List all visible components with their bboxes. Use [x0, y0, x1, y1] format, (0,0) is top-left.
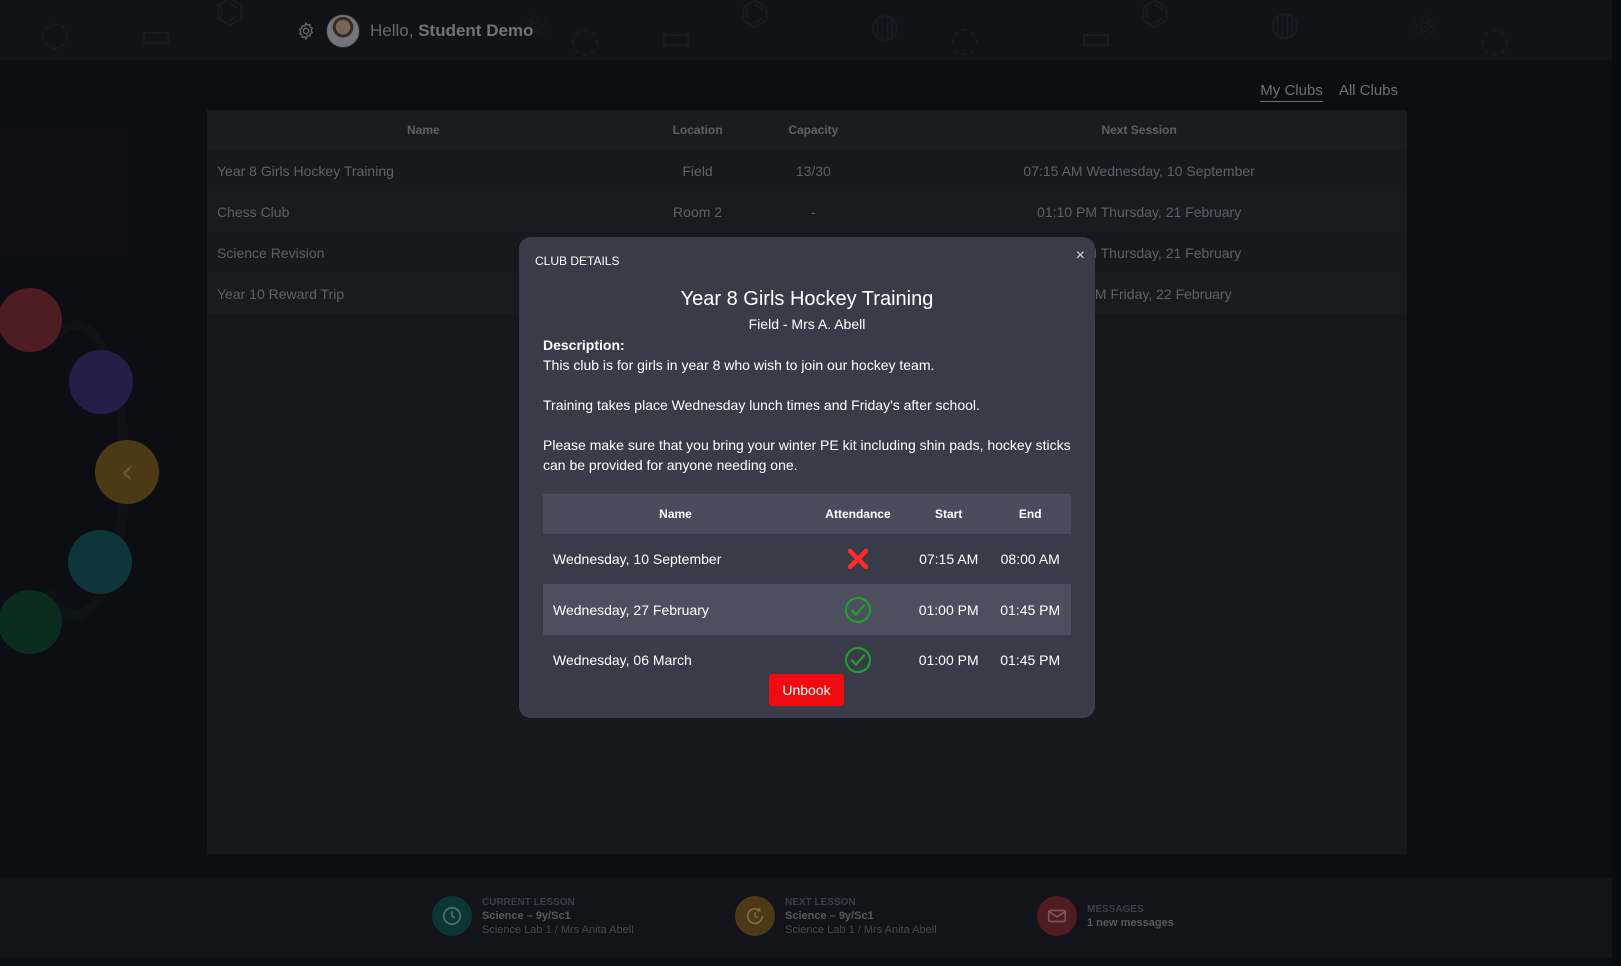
club-description: Description: This club is for girls in y… [543, 335, 1073, 495]
session-name: Wednesday, 10 September [553, 551, 722, 567]
sessions-header-name: Name [543, 494, 809, 534]
session-end: 01:45 PM [1000, 652, 1061, 668]
attendance-cell [808, 534, 908, 584]
table-row: Wednesday, 27 February 01:00 PM 01:45 PM [543, 584, 1071, 635]
session-start: 01:00 PM [907, 584, 990, 635]
session-end: 01:45 PM [989, 584, 1071, 635]
session-end: 08:00 AM [1000, 551, 1060, 567]
club-location-teacher: Field - Mrs A. Abell [748, 316, 866, 332]
modal-title: CLUB DETAILS [535, 254, 620, 268]
description-label: Description: [543, 337, 625, 353]
club-title: Year 8 Girls Hockey Training [680, 288, 934, 310]
sessions-header-row: Name Attendance Start End [543, 494, 1071, 534]
attendance-cell [808, 584, 908, 635]
session-name: Wednesday, 27 February [543, 584, 809, 635]
description-paragraph: Training takes place Wednesday lunch tim… [543, 397, 980, 413]
present-check-icon [844, 596, 871, 623]
present-check-icon [844, 647, 871, 673]
sessions-header-attendance: Attendance [808, 494, 908, 534]
close-icon[interactable]: × [1076, 247, 1085, 265]
session-start: 07:15 AM [919, 551, 979, 567]
table-row: Wednesday, 10 September 07:15 AM 08:00 A… [543, 534, 1071, 584]
sessions-header-start: Start [907, 494, 990, 534]
unbook-button[interactable]: Unbook [769, 674, 844, 706]
sessions-header-end: End [989, 494, 1071, 534]
session-start: 01:00 PM [918, 652, 979, 668]
club-details-modal: CLUB DETAILS × Year 8 Girls Hockey Train… [519, 237, 1095, 718]
absent-cross-icon [847, 548, 869, 570]
description-paragraph: Please make sure that you bring your win… [543, 437, 1071, 473]
sessions-table: Name Attendance Start End Wednesday, 10 … [543, 494, 1071, 685]
description-paragraph: This club is for girls in year 8 who wis… [543, 357, 935, 373]
